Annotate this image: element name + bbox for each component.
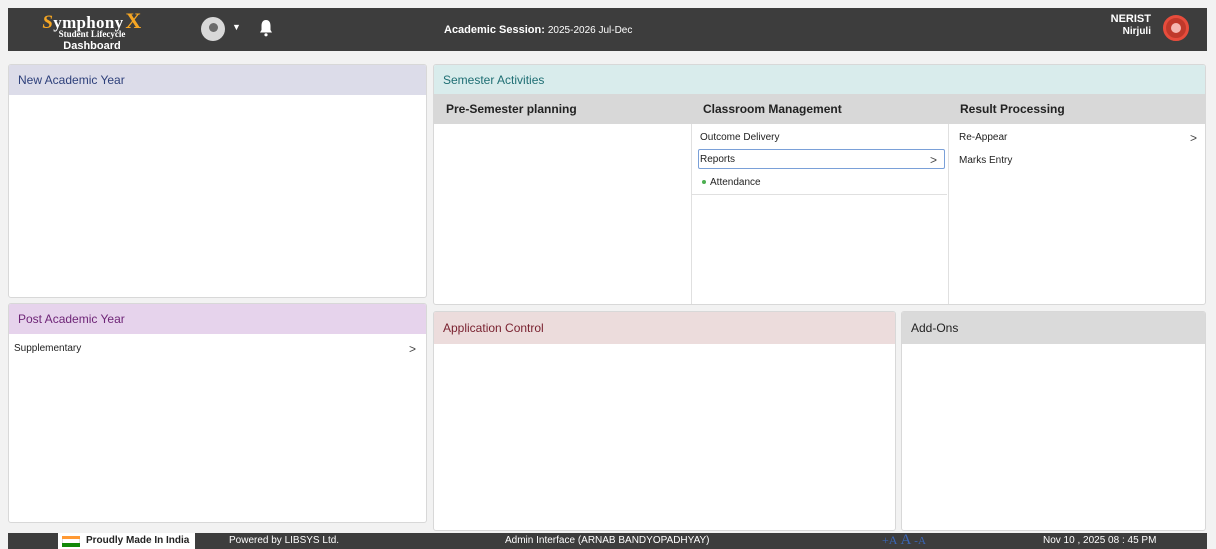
submenu-item-attendance[interactable]: Attendance [710,173,761,193]
semester-activities-title: Semester Activities [434,65,1205,95]
chevron-right-icon: > [1189,131,1197,145]
new-academic-year-panel: New Academic Year [8,64,427,298]
brand-logo[interactable]: SymphonyX Student Lifecycle Dashboard [12,10,172,52]
chevron-right-icon: > [929,153,937,167]
font-decrease-button[interactable]: -A [914,535,926,547]
datetime-display: Nov 10 , 2025 08 : 45 PM [1043,535,1157,546]
application-control-title: Application Control [434,312,895,344]
add-ons-panel: Add-Ons [901,311,1206,531]
post-academic-year-title: Post Academic Year [9,304,426,334]
new-academic-year-title: New Academic Year [9,65,426,95]
institution-place: Nirjuli [1122,26,1151,38]
made-in-india-badge: Proudly Made In India [58,533,196,549]
menu-item-outcome-delivery[interactable]: Outcome Delivery [692,128,947,148]
menu-item-re-appear[interactable]: Re-Appear > [949,128,1205,148]
menu-item-label: Supplementary [14,343,82,354]
institution-name: NERIST [1110,13,1151,25]
post-academic-year-panel: Post Academic Year Supplementary > [8,303,427,523]
menu-item-reports[interactable]: Reports > [698,149,945,169]
column-title-classroom-management: Classroom Management [703,102,842,116]
column-title-result-processing: Result Processing [960,102,1065,116]
font-normal-button[interactable]: A [900,532,911,548]
bell-icon[interactable] [259,19,273,42]
institution-logo-icon [1163,15,1189,41]
academic-session: Academic Session: 2025-2026 Jul-Dec [444,24,632,36]
top-header: SymphonyX Student Lifecycle Dashboard ▼ … [8,8,1207,52]
semester-columns: Pre-Semester planning Classroom Manageme… [434,94,1205,304]
app-root: SymphonyX Student Lifecycle Dashboard ▼ … [0,0,1216,549]
classroom-management-list: Outcome Delivery Reports > Attendance [692,128,947,195]
menu-item-supplementary[interactable]: Supplementary > [9,339,426,359]
semester-columns-header: Pre-Semester planning Classroom Manageme… [434,94,1205,124]
institution-info: NERIST Nirjuli [1111,13,1151,38]
footer-bar: Proudly Made In India Powered by LIBSYS … [8,530,1207,549]
column-title-pre-semester: Pre-Semester planning [446,102,577,116]
application-control-panel: Application Control [433,311,896,531]
add-ons-title: Add-Ons [902,312,1205,344]
result-processing-list: Re-Appear > Marks Entry [949,128,1205,171]
page-title: Dashboard [63,40,121,52]
session-label: Academic Session: [444,24,545,36]
semester-activities-panel: Semester Activities Pre-Semester plannin… [433,64,1206,305]
brand-subtitle: Student Lifecycle [58,29,126,39]
reports-submenu: Attendance [692,169,947,195]
menu-item-marks-entry[interactable]: Marks Entry [949,151,1205,171]
user-avatar-icon[interactable] [201,17,225,41]
powered-by-text: Powered by LIBSYS Ltd. [229,535,340,546]
font-increase-button[interactable]: +A [882,533,897,547]
chevron-right-icon: > [408,342,416,356]
india-flag-icon [62,535,80,547]
font-size-controls: +A A -A [882,530,926,549]
admin-interface-text: Admin Interface (ARNAB BANDYOPADHYAY) [505,535,710,546]
session-value: 2025-2026 Jul-Dec [547,25,633,36]
caret-down-icon[interactable]: ▼ [232,22,241,32]
bullet-icon [702,180,706,184]
